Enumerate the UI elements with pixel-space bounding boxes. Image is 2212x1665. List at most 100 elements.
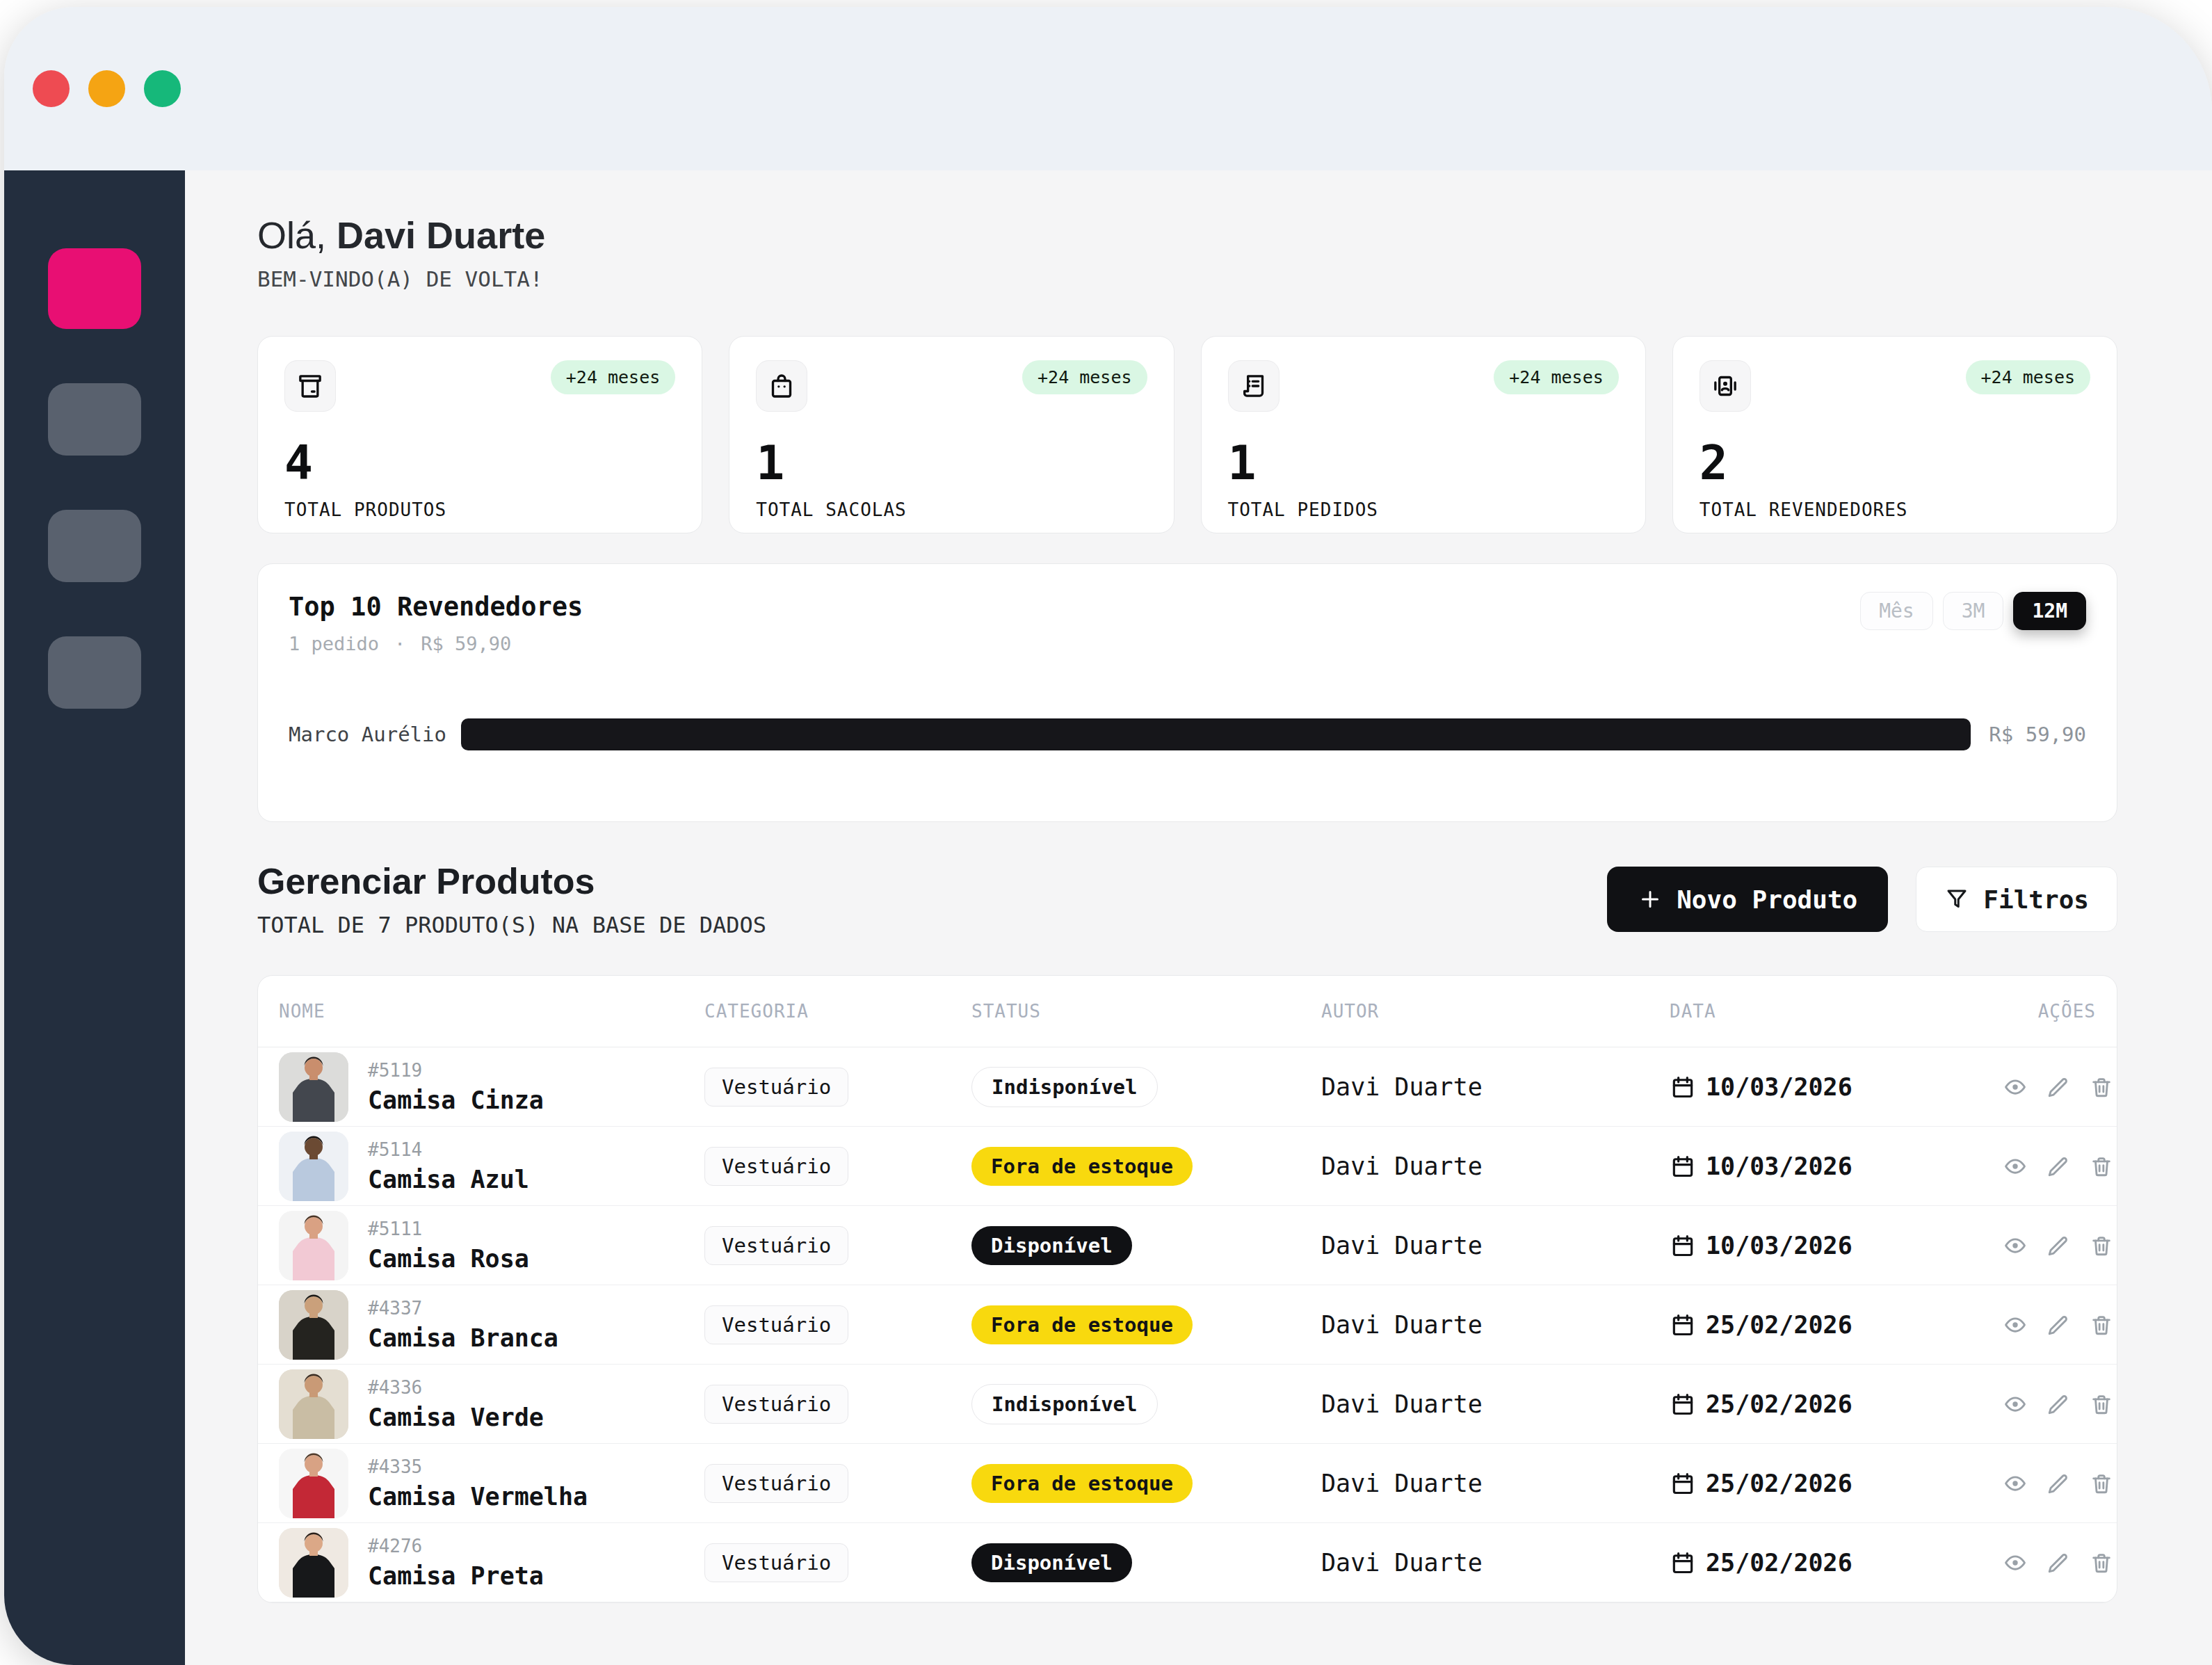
window-titlebar bbox=[4, 7, 2212, 170]
product-photo bbox=[279, 1211, 348, 1280]
view-icon[interactable] bbox=[2003, 1234, 2027, 1257]
product-photo bbox=[279, 1132, 348, 1201]
status-badge: Fora de estoque bbox=[971, 1147, 1193, 1186]
close-window-button[interactable] bbox=[33, 70, 70, 107]
product-id: #5119 bbox=[368, 1060, 544, 1081]
product-name: Camisa Rosa bbox=[368, 1245, 529, 1273]
delete-icon[interactable] bbox=[2090, 1472, 2113, 1495]
view-icon[interactable] bbox=[2003, 1392, 2027, 1416]
contact-card-icon bbox=[1700, 360, 1751, 412]
sidebar-logo[interactable] bbox=[48, 248, 141, 329]
subtitle-separator: · bbox=[394, 633, 405, 654]
product-name: Camisa Preta bbox=[368, 1562, 544, 1590]
product-id: #4337 bbox=[368, 1298, 558, 1319]
bar bbox=[461, 718, 1971, 750]
edit-icon[interactable] bbox=[2046, 1155, 2070, 1178]
product-name: Camisa Vermelha bbox=[368, 1483, 588, 1511]
product-photo bbox=[279, 1528, 348, 1598]
sidebar-item-2[interactable] bbox=[48, 510, 141, 582]
column-header-status: STATUS bbox=[971, 1001, 1321, 1022]
section-title: Gerenciar Produtos bbox=[257, 860, 766, 902]
page-title: Olá, Davi Duarte bbox=[257, 214, 2117, 257]
stat-label: TOTAL PRODUTOS bbox=[284, 499, 675, 520]
filters-button[interactable]: Filtros bbox=[1916, 867, 2117, 932]
stat-value: 2 bbox=[1700, 440, 2090, 487]
product-id: #5111 bbox=[368, 1218, 529, 1239]
calendar-icon bbox=[1670, 1470, 1696, 1497]
calendar-icon bbox=[1670, 1153, 1696, 1180]
table-row: #4276 Camisa Preta Vestuário Disponível … bbox=[258, 1523, 2117, 1602]
delete-icon[interactable] bbox=[2090, 1392, 2113, 1416]
shopping-bag-icon bbox=[756, 360, 807, 412]
product-date: 25/02/2026 bbox=[1670, 1470, 2003, 1497]
calendar-icon bbox=[1670, 1074, 1696, 1100]
status-badge: Indisponível bbox=[971, 1384, 1158, 1424]
product-author: Davi Duarte bbox=[1321, 1470, 1670, 1497]
column-header-autor: AUTOR bbox=[1321, 1001, 1670, 1022]
growth-badge: +24 meses bbox=[1966, 360, 2090, 394]
calendar-icon bbox=[1670, 1391, 1696, 1417]
stat-card-total-pedidos: +24 meses 1 TOTAL PEDIDOS bbox=[1201, 336, 1646, 533]
chart-title: Top 10 Revendedores bbox=[289, 592, 583, 622]
stat-cards: +24 meses 4 TOTAL PRODUTOS +24 meses 1 T… bbox=[257, 336, 2117, 533]
product-author: Davi Duarte bbox=[1321, 1311, 1670, 1339]
status-badge: Indisponível bbox=[971, 1067, 1158, 1107]
sidebar-item-1[interactable] bbox=[48, 383, 141, 456]
status-badge: Fora de estoque bbox=[971, 1464, 1193, 1503]
main-content: Olá, Davi Duarte BEM-VINDO(A) DE VOLTA! … bbox=[185, 170, 2212, 1665]
category-chip: Vestuário bbox=[704, 1147, 848, 1186]
bar-label: Marco Aurélio bbox=[289, 723, 461, 746]
stat-card-total-produtos: +24 meses 4 TOTAL PRODUTOS bbox=[257, 336, 702, 533]
minimize-window-button[interactable] bbox=[88, 70, 125, 107]
archive-icon bbox=[284, 360, 336, 412]
view-icon[interactable] bbox=[2003, 1551, 2027, 1575]
view-icon[interactable] bbox=[2003, 1075, 2027, 1099]
edit-icon[interactable] bbox=[2046, 1075, 2070, 1099]
range-toggle: Mês 3M 12M bbox=[1860, 592, 2086, 630]
range-12m-button[interactable]: 12M bbox=[2013, 592, 2086, 630]
status-badge: Fora de estoque bbox=[971, 1305, 1193, 1344]
table-header: NOME CATEGORIA STATUS AUTOR DATA AÇÕES bbox=[258, 976, 2117, 1047]
delete-icon[interactable] bbox=[2090, 1234, 2113, 1257]
edit-icon[interactable] bbox=[2046, 1392, 2070, 1416]
delete-icon[interactable] bbox=[2090, 1075, 2113, 1099]
stat-card-total-revendedores: +24 meses 2 TOTAL REVENDEDORES bbox=[1672, 336, 2117, 533]
product-author: Davi Duarte bbox=[1321, 1232, 1670, 1260]
product-name: Camisa Cinza bbox=[368, 1086, 544, 1114]
product-id: #5114 bbox=[368, 1139, 529, 1160]
user-name: Davi Duarte bbox=[337, 214, 545, 256]
order-total: R$ 59,90 bbox=[421, 633, 511, 654]
table-row: #5119 Camisa Cinza Vestuário Indisponíve… bbox=[258, 1047, 2117, 1127]
product-photo bbox=[279, 1290, 348, 1360]
column-header-nome: NOME bbox=[279, 1001, 704, 1022]
edit-icon[interactable] bbox=[2046, 1313, 2070, 1337]
stat-label: TOTAL REVENDEDORES bbox=[1700, 499, 2090, 520]
edit-icon[interactable] bbox=[2046, 1551, 2070, 1575]
range-mes-button[interactable]: Mês bbox=[1860, 592, 1933, 630]
new-product-button[interactable]: Novo Produto bbox=[1607, 867, 1888, 932]
product-author: Davi Duarte bbox=[1321, 1390, 1670, 1418]
view-icon[interactable] bbox=[2003, 1155, 2027, 1178]
edit-icon[interactable] bbox=[2046, 1234, 2070, 1257]
product-name: Camisa Branca bbox=[368, 1324, 558, 1352]
table-row: #4336 Camisa Verde Vestuário Indisponíve… bbox=[258, 1365, 2117, 1444]
zoom-window-button[interactable] bbox=[144, 70, 181, 107]
sidebar-item-3[interactable] bbox=[48, 636, 141, 709]
view-icon[interactable] bbox=[2003, 1313, 2027, 1337]
stat-value: 4 bbox=[284, 440, 675, 487]
edit-icon[interactable] bbox=[2046, 1472, 2070, 1495]
delete-icon[interactable] bbox=[2090, 1155, 2113, 1178]
range-3m-button[interactable]: 3M bbox=[1943, 592, 2004, 630]
calendar-icon bbox=[1670, 1312, 1696, 1338]
view-icon[interactable] bbox=[2003, 1472, 2027, 1495]
products-table: NOME CATEGORIA STATUS AUTOR DATA AÇÕES bbox=[257, 975, 2117, 1603]
product-id: #4336 bbox=[368, 1377, 544, 1398]
delete-icon[interactable] bbox=[2090, 1313, 2113, 1337]
delete-icon[interactable] bbox=[2090, 1551, 2113, 1575]
app-window: Olá, Davi Duarte BEM-VINDO(A) DE VOLTA! … bbox=[4, 7, 2212, 1665]
stat-value: 1 bbox=[1228, 440, 1619, 487]
status-badge: Disponível bbox=[971, 1226, 1132, 1265]
category-chip: Vestuário bbox=[704, 1385, 848, 1424]
category-chip: Vestuário bbox=[704, 1305, 848, 1344]
category-chip: Vestuário bbox=[704, 1543, 848, 1582]
